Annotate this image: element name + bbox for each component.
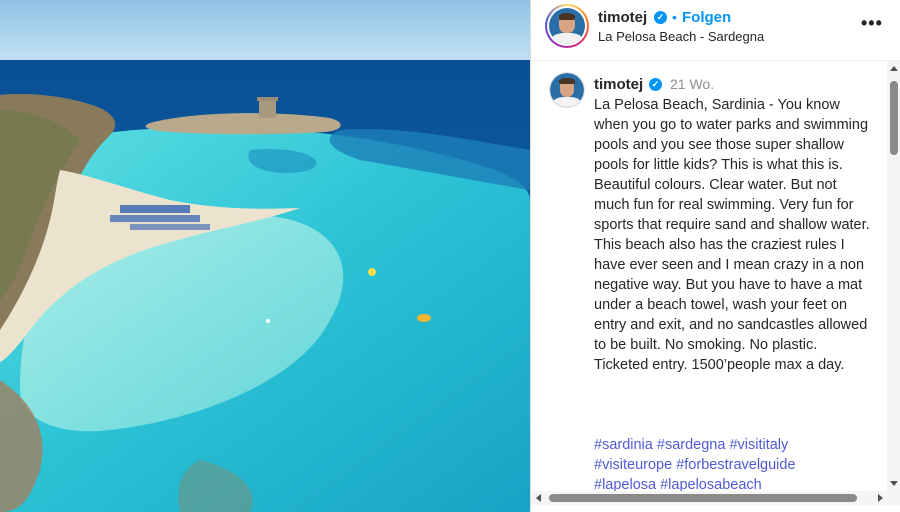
- caption-avatar[interactable]: [549, 72, 585, 108]
- more-options-icon[interactable]: •••: [861, 13, 883, 34]
- post-sidebar: timotej ✓ • Folgen La Pelosa Beach - Sar…: [530, 0, 900, 512]
- beach-aerial-photo: [0, 0, 530, 512]
- vertical-scrollbar[interactable]: [887, 61, 900, 491]
- post-location[interactable]: La Pelosa Beach - Sardegna: [598, 29, 764, 44]
- post-header: timotej ✓ • Folgen La Pelosa Beach - Sar…: [531, 0, 900, 61]
- scroll-right-arrow-icon[interactable]: [878, 494, 883, 502]
- scrollbar-corner: [887, 491, 900, 505]
- caption-text: La Pelosa Beach, Sardinia - You know whe…: [594, 97, 870, 373]
- hashtag-link[interactable]: #visiteurope: [594, 457, 672, 473]
- caption-timestamp[interactable]: 21 Wo.: [670, 76, 714, 92]
- scroll-down-arrow-icon[interactable]: [890, 481, 898, 486]
- post-image[interactable]: [0, 0, 530, 512]
- separator-dot: •: [672, 9, 677, 25]
- caption-username[interactable]: timotej: [594, 76, 643, 93]
- verified-badge-icon: ✓: [649, 78, 662, 91]
- hashtag-list: #sardinia #sardegna #visititaly #visiteu…: [594, 435, 870, 491]
- verified-badge-icon: ✓: [654, 11, 667, 24]
- scroll-left-arrow-icon[interactable]: [536, 494, 541, 502]
- horizontal-scrollbar[interactable]: [531, 491, 887, 505]
- horizontal-scroll-thumb[interactable]: [549, 494, 857, 502]
- hashtag-link[interactable]: #sardinia: [594, 437, 653, 453]
- hashtag-link[interactable]: #visititaly: [729, 437, 788, 453]
- caption-comment: timotej ✓ 21 Wo. La Pelosa Beach, Sardin…: [531, 61, 887, 491]
- author-username[interactable]: timotej: [598, 9, 647, 26]
- hashtag-link[interactable]: #forbestravelguide: [676, 457, 795, 473]
- scroll-up-arrow-icon[interactable]: [890, 66, 898, 71]
- author-avatar[interactable]: [545, 4, 589, 48]
- vertical-scroll-thumb[interactable]: [890, 81, 898, 155]
- hashtag-link[interactable]: #sardegna: [657, 437, 726, 453]
- hashtag-link[interactable]: #lapelosa: [594, 477, 656, 491]
- hashtag-link[interactable]: #lapelosabeach: [660, 477, 762, 491]
- follow-button[interactable]: Folgen: [682, 9, 731, 26]
